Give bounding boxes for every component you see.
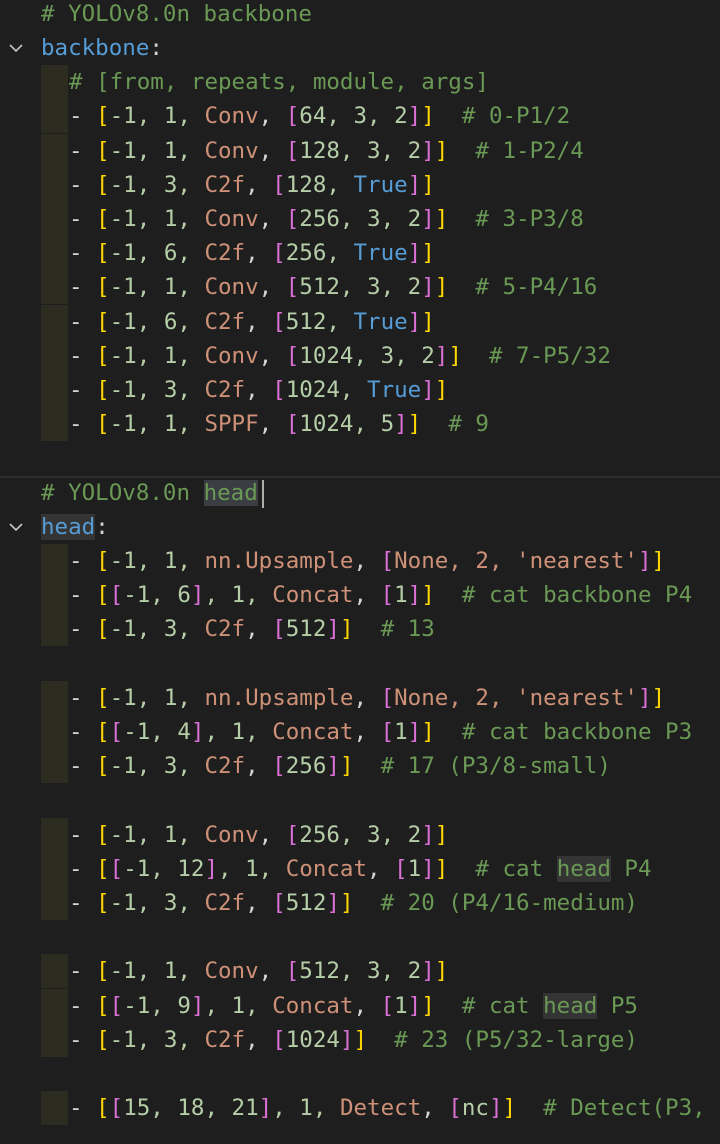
- backbone-key: backbone:: [41, 35, 163, 61]
- code-line[interactable]: - [-1, 1, nn.Upsample, [None, 2, 'neares…: [0, 544, 720, 578]
- backbone-layer-2: - [-1, 3, C2f, [128, True]]: [69, 172, 435, 198]
- code-line[interactable]: - [-1, 1, Conv, [256, 3, 2]] # 3-P3/8: [0, 202, 720, 236]
- code-line-current[interactable]: # YOLOv8.0n head: [0, 476, 720, 510]
- head-layer-19: - [-1, 1, Conv, [512, 3, 2]]: [69, 958, 449, 984]
- backbone-title-comment: # YOLOv8.0n backbone: [41, 1, 312, 27]
- code-line[interactable]: - [-1, 1, Conv, [1024, 3, 2]] # 7-P5/32: [0, 339, 720, 373]
- head-layer-12: - [-1, 3, C2f, [512]] # 13: [69, 616, 435, 642]
- code-line[interactable]: - [-1, 3, C2f, [128, True]]: [0, 168, 720, 202]
- backbone-layer-3: - [-1, 1, Conv, [256, 3, 2]] # 3-P3/8: [69, 206, 584, 232]
- backbone-layer-6: - [-1, 6, C2f, [512, True]]: [69, 309, 435, 335]
- indent-guide: [41, 818, 68, 852]
- backbone-layer-5: - [-1, 1, Conv, [512, 3, 2]] # 5-P4/16: [69, 274, 598, 300]
- args-comment: # [from, repeats, module, args]: [69, 69, 489, 95]
- indent-guide: [41, 989, 68, 1023]
- indent-guide: [41, 715, 68, 749]
- indent-guide: [41, 407, 68, 441]
- indent-guide: [41, 339, 68, 373]
- code-line[interactable]: - [[-1, 4], 1, Concat, [1]] # cat backbo…: [0, 715, 720, 749]
- backbone-layer-8: - [-1, 3, C2f, [1024, True]]: [69, 377, 449, 403]
- indent-guide: [41, 168, 68, 202]
- chevron-down-icon[interactable]: [8, 519, 24, 535]
- code-line[interactable]: - [-1, 1, Conv, [256, 3, 2]]: [0, 818, 720, 852]
- head-layer-15: - [-1, 3, C2f, [256]] # 17 (P3/8-small): [69, 753, 611, 779]
- backbone-layer-0: - [-1, 1, Conv, [64, 3, 2]] # 0-P1/2: [69, 103, 571, 129]
- code-line[interactable]: - [-1, 1, SPPF, [1024, 5]] # 9: [0, 407, 720, 441]
- code-line[interactable]: - [-1, 1, Conv, [512, 3, 2]]: [0, 954, 720, 988]
- code-line[interactable]: # YOLOv8.0n backbone: [0, 0, 720, 31]
- code-editor[interactable]: # YOLOv8.0n backbone backbone: # [from, …: [0, 0, 720, 1144]
- code-line[interactable]: - [-1, 1, Conv, [64, 3, 2]] # 0-P1/2: [0, 99, 720, 133]
- indent-guide: [41, 373, 68, 407]
- indent-guide: [41, 202, 68, 236]
- code-line[interactable]: - [-1, 1, Conv, [128, 3, 2]] # 1-P2/4: [0, 134, 720, 168]
- indent-guide: [41, 305, 68, 339]
- chevron-down-icon[interactable]: [8, 40, 24, 56]
- head-layer-10: - [-1, 1, nn.Upsample, [None, 2, 'neares…: [69, 548, 666, 574]
- head-layer-17: - [[-1, 12], 1, Concat, [1]] # cat head …: [69, 856, 652, 882]
- code-line[interactable]: # [from, repeats, module, args]: [0, 65, 720, 99]
- code-line[interactable]: head:: [0, 510, 720, 544]
- code-line[interactable]: backbone:: [0, 31, 720, 65]
- code-line[interactable]: - [[15, 18, 21], 1, Detect, [nc]] # Dete…: [0, 1091, 720, 1125]
- code-line[interactable]: - [[-1, 12], 1, Concat, [1]] # cat head …: [0, 852, 720, 886]
- backbone-layer-7: - [-1, 1, Conv, [1024, 3, 2]] # 7-P5/32: [69, 343, 611, 369]
- indent-guide: [41, 1023, 68, 1057]
- backbone-layer-9: - [-1, 1, SPPF, [1024, 5]] # 9: [69, 411, 489, 437]
- head-layer-14: - [[-1, 4], 1, Concat, [1]] # cat backbo…: [69, 719, 693, 745]
- indent-guide: [41, 954, 68, 988]
- text-cursor: [262, 480, 264, 508]
- indent-guide: [41, 544, 68, 578]
- indent-guide: [41, 1091, 68, 1125]
- indent-guide: [41, 681, 68, 715]
- indent-guide: [41, 578, 68, 612]
- code-line[interactable]: - [-1, 3, C2f, [1024]] # 23 (P5/32-large…: [0, 1023, 720, 1057]
- head-layer-18: - [-1, 3, C2f, [512]] # 20 (P4/16-medium…: [69, 890, 638, 916]
- head-layer-11: - [[-1, 6], 1, Concat, [1]] # cat backbo…: [69, 582, 693, 608]
- indent-guide: [41, 612, 68, 646]
- code-line[interactable]: - [-1, 3, C2f, [512]] # 13: [0, 612, 720, 646]
- code-line[interactable]: - [[-1, 6], 1, Concat, [1]] # cat backbo…: [0, 578, 720, 612]
- indent-guide: [41, 99, 68, 133]
- code-line[interactable]: - [-1, 6, C2f, [256, True]]: [0, 236, 720, 270]
- head-title-comment: # YOLOv8.0n head: [41, 480, 258, 506]
- indent-guide: [41, 749, 68, 783]
- head-layer-22: - [[15, 18, 21], 1, Detect, [nc]] # Dete…: [69, 1095, 706, 1121]
- code-line[interactable]: - [-1, 1, nn.Upsample, [None, 2, 'neares…: [0, 681, 720, 715]
- indent-guide: [41, 134, 68, 168]
- head-layer-16: - [-1, 1, Conv, [256, 3, 2]]: [69, 822, 449, 848]
- head-layer-13: - [-1, 1, nn.Upsample, [None, 2, 'neares…: [69, 685, 666, 711]
- code-line[interactable]: - [-1, 1, Conv, [512, 3, 2]] # 5-P4/16: [0, 270, 720, 304]
- head-layer-21: - [-1, 3, C2f, [1024]] # 23 (P5/32-large…: [69, 1027, 638, 1053]
- head-key: head:: [41, 514, 109, 540]
- backbone-layer-1: - [-1, 1, Conv, [128, 3, 2]] # 1-P2/4: [69, 138, 584, 164]
- head-layer-20: - [[-1, 9], 1, Concat, [1]] # cat head P…: [69, 993, 638, 1019]
- backbone-layer-4: - [-1, 6, C2f, [256, True]]: [69, 240, 435, 266]
- code-line[interactable]: - [[-1, 9], 1, Concat, [1]] # cat head P…: [0, 989, 720, 1023]
- code-line[interactable]: - [-1, 3, C2f, [1024, True]]: [0, 373, 720, 407]
- code-line[interactable]: - [-1, 6, C2f, [512, True]]: [0, 305, 720, 339]
- code-line[interactable]: - [-1, 3, C2f, [256]] # 17 (P3/8-small): [0, 749, 720, 783]
- indent-guide: [41, 270, 68, 304]
- code-line[interactable]: - [-1, 3, C2f, [512]] # 20 (P4/16-medium…: [0, 886, 720, 920]
- indent-guide: [41, 65, 68, 99]
- indent-guide: [41, 886, 68, 920]
- indent-guide: [41, 236, 68, 270]
- indent-guide: [41, 852, 68, 886]
